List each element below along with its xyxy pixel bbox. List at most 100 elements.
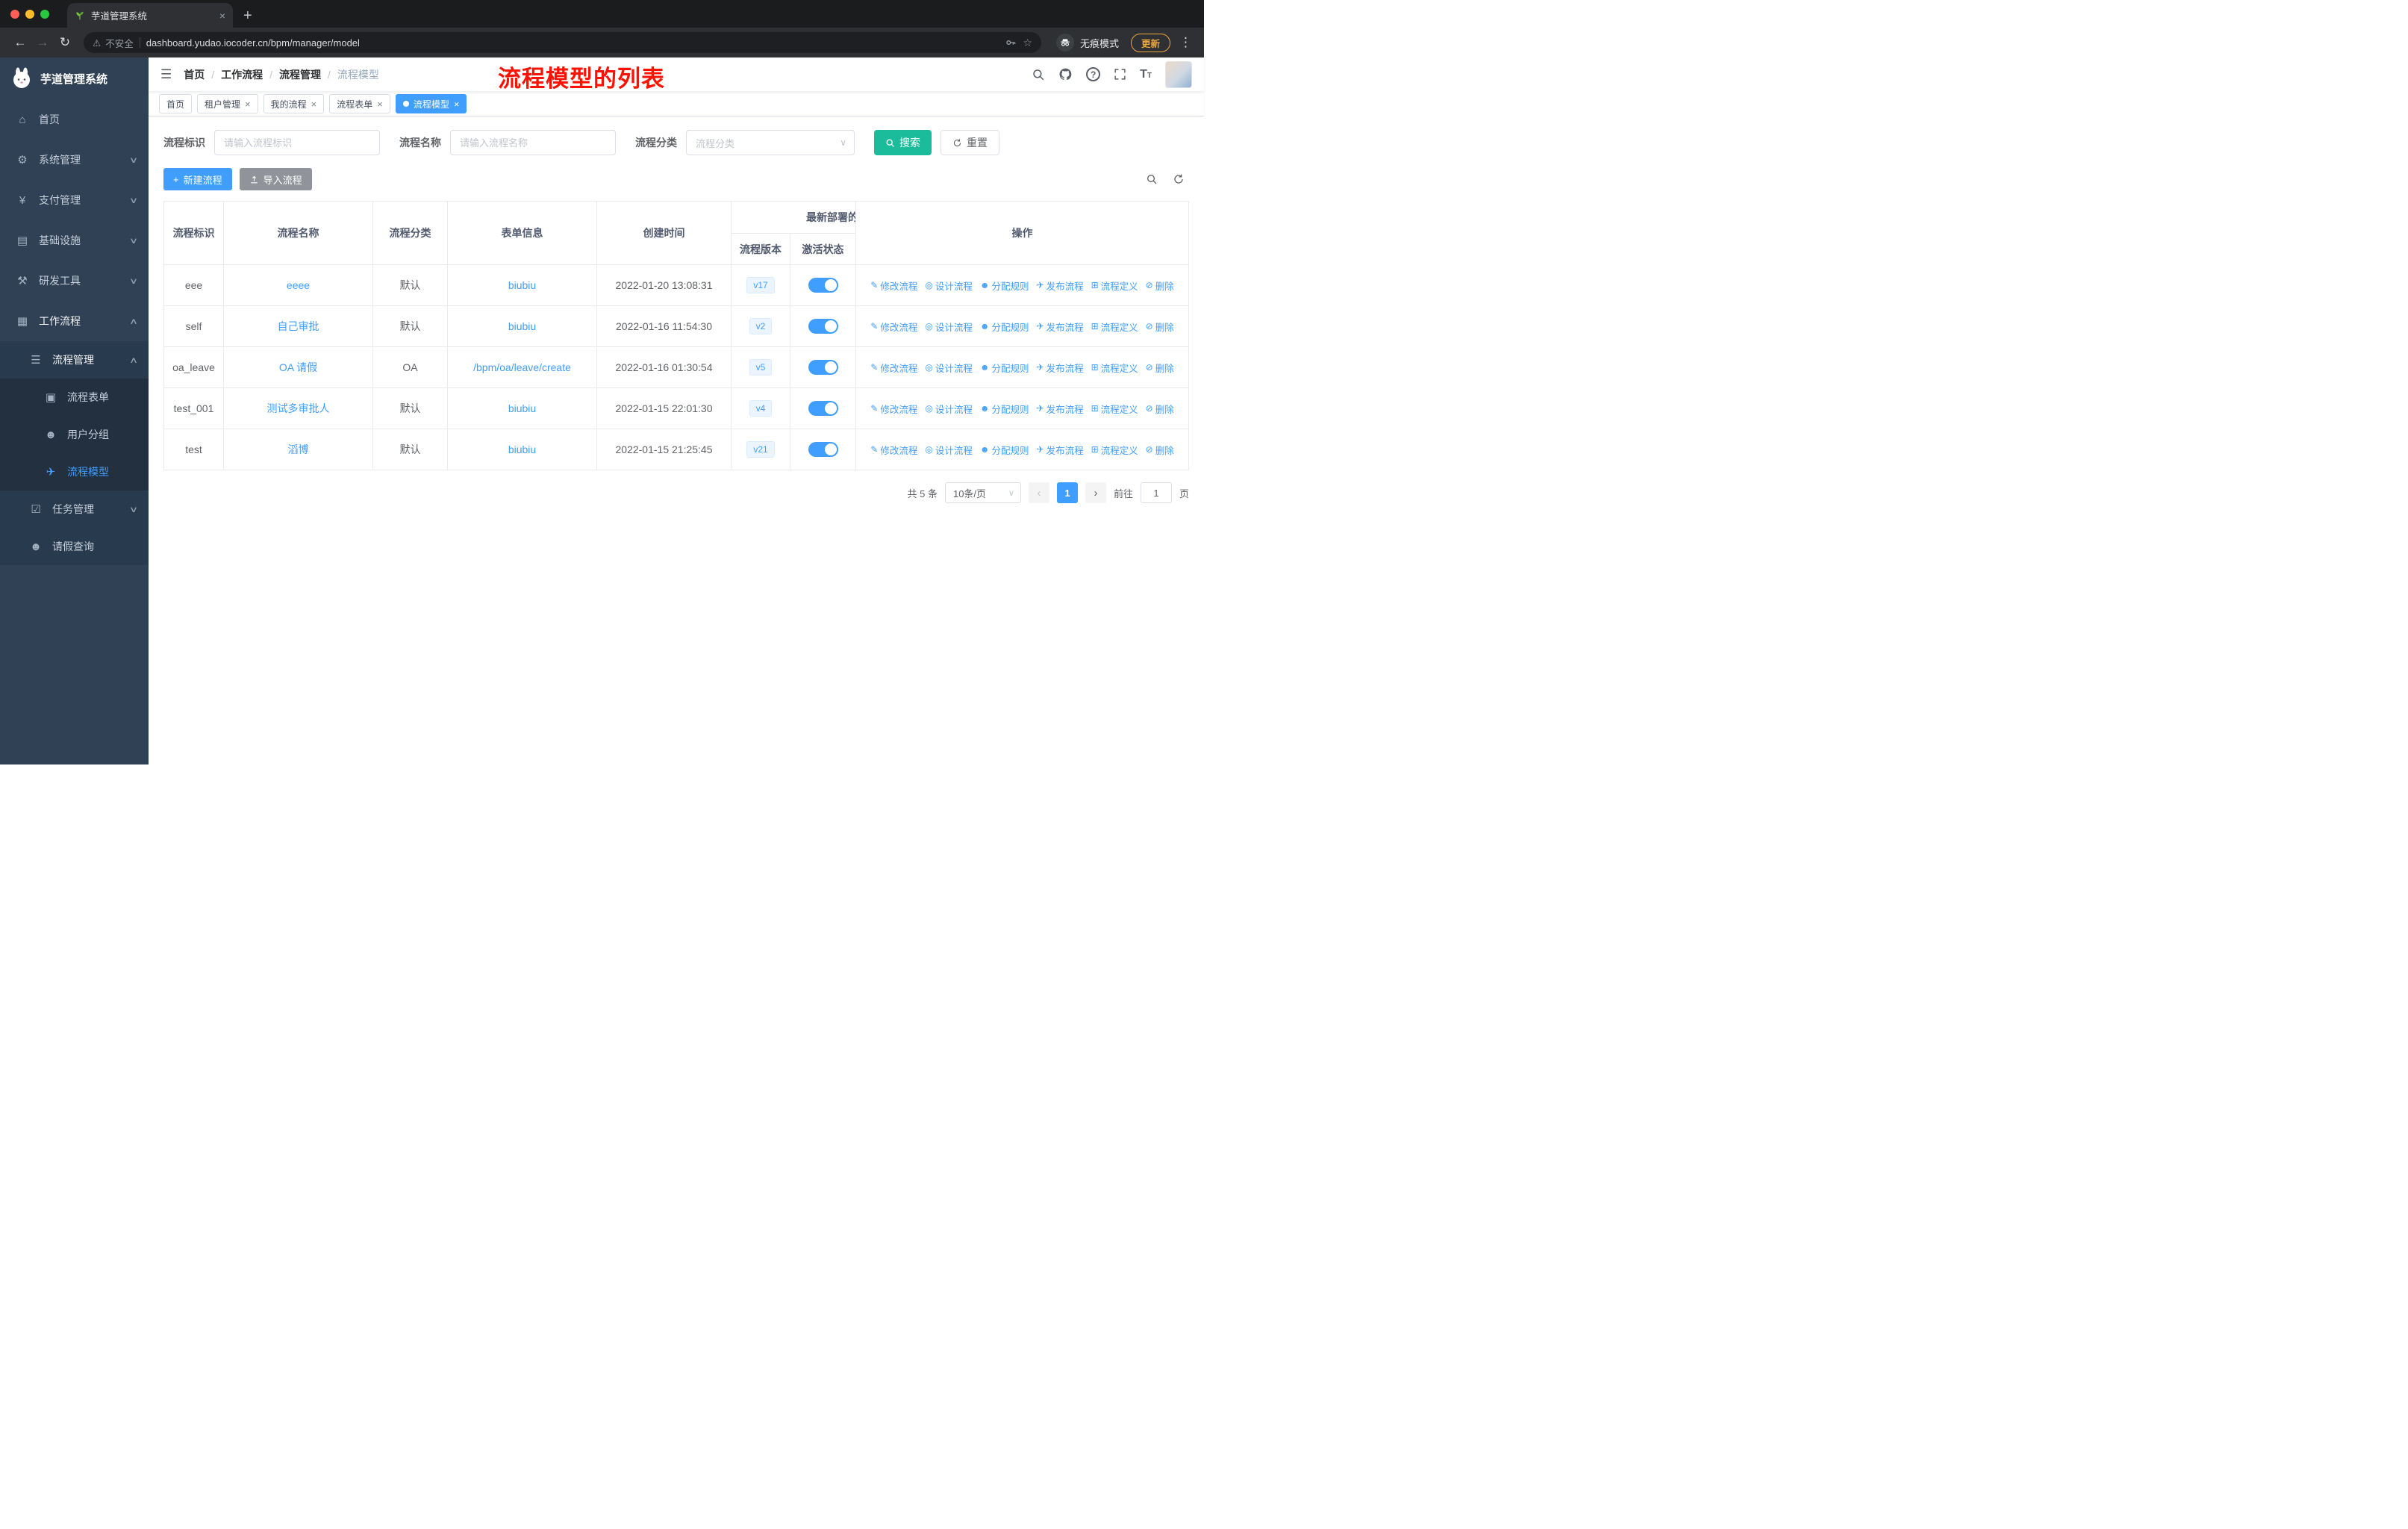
sidebar-item-workflow[interactable]: ▦ 工作流程 ∧ (0, 301, 149, 341)
sidebar-item-infrastructure[interactable]: ▤ 基础设施 ∨ (0, 220, 149, 261)
font-size-icon[interactable]: TT (1140, 68, 1152, 81)
action-assign-link[interactable]: ☻ 分配规则 (980, 361, 1029, 375)
sidebar-item-process-management[interactable]: ☰ 流程管理 ∧ (0, 341, 149, 379)
action-definition-link[interactable]: ⊞ 流程定义 (1091, 402, 1138, 416)
close-icon[interactable]: × (377, 99, 383, 110)
url-bar[interactable]: ⚠ 不安全 dashboard.yudao.iocoder.cn/bpm/man… (84, 32, 1041, 53)
process-name-input[interactable] (450, 130, 616, 155)
row-form-link[interactable]: biubiu (508, 402, 536, 414)
action-edit-link[interactable]: ✎ 修改流程 (870, 402, 917, 416)
action-assign-link[interactable]: ☻ 分配规则 (980, 320, 1029, 334)
current-page-button[interactable]: 1 (1056, 482, 1078, 503)
user-avatar[interactable] (1165, 60, 1192, 88)
breadcrumb-process-management[interactable]: 流程管理 (279, 67, 321, 82)
sidebar-item-process-model[interactable]: ✈ 流程模型 (0, 453, 149, 491)
active-toggle[interactable] (808, 442, 838, 457)
action-design-link[interactable]: ◎ 设计流程 (925, 361, 973, 375)
action-publish-link[interactable]: ✈ 发布流程 (1037, 402, 1084, 416)
browser-tab[interactable]: 芋道管理系统 × (67, 3, 233, 28)
row-form-link[interactable]: /bpm/oa/leave/create (473, 361, 571, 373)
row-process-name-link[interactable]: eeee (287, 279, 310, 291)
sidebar-item-payment[interactable]: ¥ 支付管理 ∨ (0, 180, 149, 220)
action-definition-link[interactable]: ⊞ 流程定义 (1091, 443, 1138, 457)
sidebar-item-task-management[interactable]: ☑ 任务管理 ∨ (0, 491, 149, 528)
row-form-link[interactable]: biubiu (508, 443, 536, 455)
action-publish-link[interactable]: ✈ 发布流程 (1037, 443, 1084, 457)
sidebar-item-process-form[interactable]: ▣ 流程表单 (0, 379, 149, 416)
create-process-button[interactable]: + 新建流程 (163, 168, 232, 190)
tag-home[interactable]: 首页 (159, 94, 193, 113)
action-edit-link[interactable]: ✎ 修改流程 (870, 361, 917, 375)
action-publish-link[interactable]: ✈ 发布流程 (1037, 278, 1084, 293)
reload-icon[interactable]: ↻ (54, 31, 76, 54)
browser-menu-icon[interactable]: ⋮ (1179, 35, 1195, 50)
action-publish-link[interactable]: ✈ 发布流程 (1037, 361, 1084, 375)
action-definition-link[interactable]: ⊞ 流程定义 (1091, 361, 1138, 375)
new-tab-button[interactable]: + (243, 8, 252, 23)
close-icon[interactable]: × (219, 10, 225, 22)
update-browser-button[interactable]: 更新 (1130, 33, 1170, 52)
security-indicator[interactable]: ⚠ 不安全 (93, 36, 134, 50)
row-process-name-link[interactable]: 滔博 (288, 443, 309, 455)
action-design-link[interactable]: ◎ 设计流程 (925, 320, 973, 334)
reset-button[interactable]: 重置 (941, 130, 999, 155)
breadcrumb-home[interactable]: 首页 (184, 67, 205, 82)
show-search-icon[interactable] (1146, 173, 1158, 185)
import-process-button[interactable]: 导入流程 (239, 168, 312, 190)
sidebar-item-user-group[interactable]: ☻ 用户分组 (0, 416, 149, 453)
row-process-name-link[interactable]: OA 请假 (279, 361, 317, 373)
action-assign-link[interactable]: ☻ 分配规则 (980, 402, 1029, 416)
breadcrumb-workflow[interactable]: 工作流程 (221, 67, 263, 82)
action-edit-link[interactable]: ✎ 修改流程 (870, 443, 917, 457)
row-form-link[interactable]: biubiu (508, 279, 536, 291)
fullscreen-icon[interactable] (1114, 68, 1126, 81)
search-button[interactable]: 搜索 (874, 130, 932, 155)
tag-process-form[interactable]: 流程表单 × (329, 94, 390, 113)
row-form-link[interactable]: biubiu (508, 320, 536, 332)
refresh-icon[interactable] (1173, 173, 1185, 185)
close-window-button[interactable] (10, 9, 19, 19)
row-process-name-link[interactable]: 测试多审批人 (267, 402, 330, 414)
forward-icon[interactable]: → (31, 31, 54, 54)
action-definition-link[interactable]: ⊞ 流程定义 (1091, 320, 1138, 334)
action-delete-link[interactable]: ⊘ 删除 (1146, 402, 1174, 416)
minimize-window-button[interactable] (25, 9, 34, 19)
help-icon[interactable]: ? (1086, 67, 1101, 81)
page-size-select[interactable]: 10条/页 ∨ (944, 482, 1021, 503)
password-key-icon[interactable] (1005, 37, 1017, 49)
tag-process-model[interactable]: 流程模型 × (395, 94, 467, 113)
action-delete-link[interactable]: ⊘ 删除 (1146, 320, 1174, 334)
action-delete-link[interactable]: ⊘ 删除 (1146, 361, 1174, 375)
action-design-link[interactable]: ◎ 设计流程 (925, 402, 973, 416)
active-toggle[interactable] (808, 360, 838, 375)
hamburger-icon[interactable]: ☰ (149, 67, 184, 82)
search-icon[interactable] (1032, 68, 1045, 81)
sidebar-item-home[interactable]: ⌂ 首页 (0, 99, 149, 140)
action-delete-link[interactable]: ⊘ 删除 (1146, 278, 1174, 293)
close-icon[interactable]: × (311, 99, 317, 110)
active-toggle[interactable] (808, 319, 838, 334)
active-toggle[interactable] (808, 278, 838, 293)
action-edit-link[interactable]: ✎ 修改流程 (870, 278, 917, 293)
next-page-button[interactable]: › (1085, 482, 1106, 503)
close-icon[interactable]: × (245, 99, 251, 110)
goto-page-input[interactable] (1140, 482, 1172, 503)
action-definition-link[interactable]: ⊞ 流程定义 (1091, 278, 1138, 293)
action-delete-link[interactable]: ⊘ 删除 (1146, 443, 1174, 457)
action-edit-link[interactable]: ✎ 修改流程 (870, 320, 917, 334)
action-publish-link[interactable]: ✈ 发布流程 (1037, 320, 1084, 334)
back-icon[interactable]: ← (9, 31, 31, 54)
sidebar-item-devtools[interactable]: ⚒ 研发工具 ∨ (0, 261, 149, 301)
sidebar-item-leave-query[interactable]: ☻ 请假查询 (0, 528, 149, 565)
close-icon[interactable]: × (454, 99, 460, 110)
tag-tenant[interactable]: 租户管理 × (197, 94, 258, 113)
github-icon[interactable] (1058, 67, 1073, 81)
zoom-window-button[interactable] (40, 9, 49, 19)
tag-my-process[interactable]: 我的流程 × (263, 94, 325, 113)
action-assign-link[interactable]: ☻ 分配规则 (980, 278, 1029, 293)
action-design-link[interactable]: ◎ 设计流程 (925, 278, 973, 293)
action-assign-link[interactable]: ☻ 分配规则 (980, 443, 1029, 457)
action-design-link[interactable]: ◎ 设计流程 (925, 443, 973, 457)
bookmark-star-icon[interactable]: ☆ (1023, 37, 1032, 49)
app-logo[interactable]: 芋道管理系统 (0, 57, 149, 99)
